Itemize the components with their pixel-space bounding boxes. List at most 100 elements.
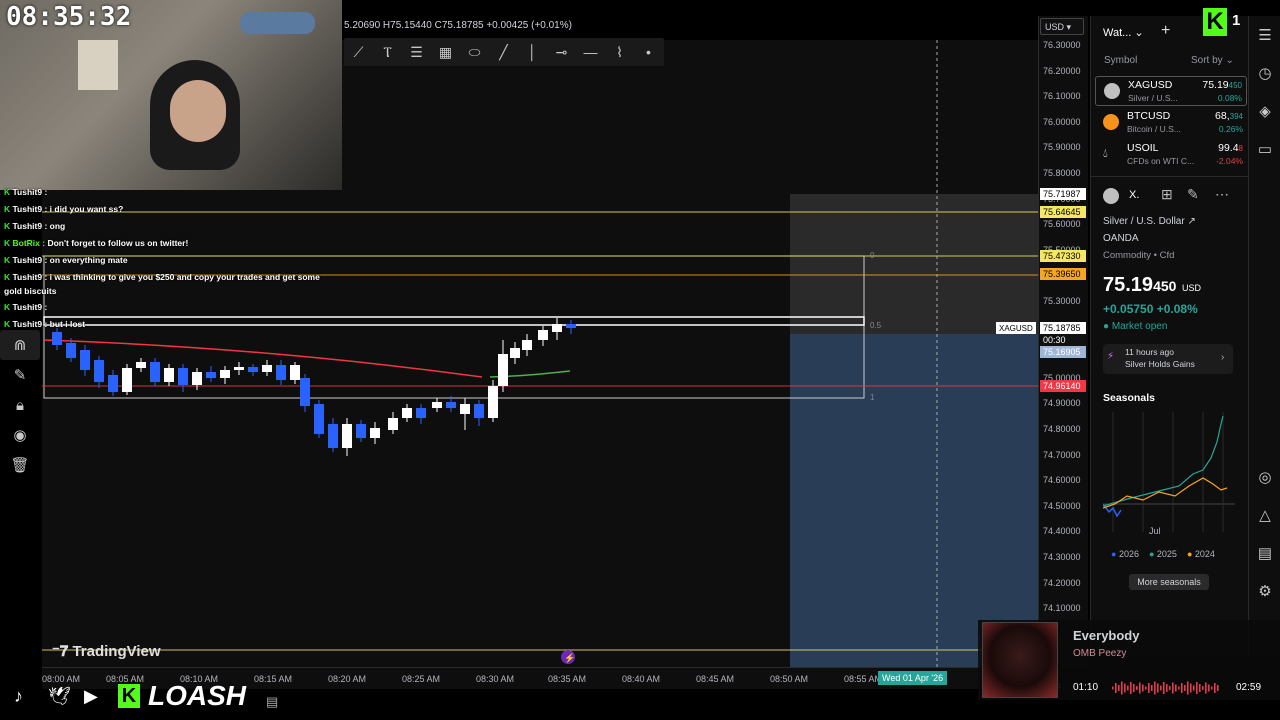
symbol-column-header[interactable]: Symbol [1104,55,1137,66]
more-icon[interactable]: ⋯ [1215,186,1229,203]
candle-body [164,368,174,382]
audio-waveform [1112,681,1219,695]
edit-icon[interactable]: ✎ [1187,186,1199,203]
symbol-tag: XAGUSD [999,324,1033,333]
candle-body [262,365,272,372]
waveform-bar [1181,683,1183,693]
pattern-icon[interactable]: △ [1249,496,1280,534]
help-icon[interactable]: ⚙︎ [1249,572,1280,610]
waveform-bar [1211,686,1213,690]
lightning-marker-icon: ⚡ [564,652,575,664]
calendar-small-icon[interactable]: ▤ [266,694,278,710]
legend-item: ● 2024 [1186,549,1215,559]
waveform-bar [1148,683,1150,693]
details-symbol[interactable]: X. [1129,189,1139,201]
brush-tool-icon[interactable]: ⌇ [605,38,634,66]
candle-body [192,372,202,385]
song-elapsed: 01:10 [1073,682,1099,693]
calendar-icon[interactable]: ▤ [1249,534,1280,572]
target-icon[interactable]: ◎ [1249,458,1280,496]
text-tool-icon[interactable]: Ⲧ [373,38,402,66]
song-artist: OMB Peezy [1073,648,1127,659]
waveform-bar [1154,681,1156,695]
candle-body [388,418,398,430]
social-bar: ♪ 🕊︎ ▶ K LOASH ▤ [0,680,300,720]
candle-body [474,404,484,418]
watchlist-icon[interactable]: ☰ [1249,16,1280,54]
song-total: 02:59 [1236,682,1262,693]
waveform-bar [1202,686,1204,690]
trash-icon[interactable]: 🗑︎ [0,450,40,480]
more-seasonals-button[interactable]: More seasonals [1129,574,1209,590]
candle-body [356,424,366,438]
chat-username: Tushit9 : [12,221,50,231]
chat-username: Tushit9 : [12,255,50,265]
target-zone-gray [790,194,1038,334]
shape-tool-icon[interactable]: ⬭ [460,38,489,66]
kick-icon: K [118,684,140,708]
waveform-bar [1112,686,1114,690]
watchlist-row[interactable]: XAGUSD Silver / U.S... 75.19450 0.08% [1095,76,1247,106]
price-label: 74.96140 [1040,380,1086,392]
price-tick: 75.90000 [1043,142,1081,153]
waveform-bar [1205,682,1207,694]
chat-username: Tushit9 : [12,187,48,197]
album-art [982,622,1058,698]
watchlist-row[interactable]: BTCUSD Bitcoin / U.S... 68,394 0.26% [1095,108,1247,138]
time-tick: 08:50 AM [770,674,809,684]
currency-select[interactable]: USD ▾ [1040,18,1084,35]
chat-username: Tushit9 : [12,272,50,282]
trend-line-icon[interactable]: ⟋ [344,38,373,66]
oil-drop-icon: 💧︎ [1103,146,1108,160]
waveform-bar [1169,686,1171,690]
watchlist-description: Bitcoin / U.S... [1127,124,1181,134]
waveform-bar [1196,682,1198,694]
layout-icon[interactable]: ⊞ [1161,186,1173,203]
lock-icon[interactable]: 🔒︎ [0,390,40,420]
waveform-bar [1124,683,1126,693]
chat-username: Tushit9 : [12,302,48,312]
watchlist-price: 99.48 [1218,142,1243,154]
candle-body [300,378,310,406]
grid-tool-icon[interactable]: ▦ [431,38,460,66]
watchlist-title[interactable]: Wat... ⌄ [1103,26,1144,39]
position-label-half: 0.5 [870,321,882,330]
vertical-line-icon[interactable]: │ [518,38,547,66]
waveform-bar [1133,684,1135,692]
waveform-bar [1190,683,1192,693]
candle-body [66,343,76,358]
seasonals-chart[interactable] [1103,412,1235,536]
price-tick: 76.00000 [1043,116,1081,127]
candle-body [402,408,412,418]
cross-line-icon[interactable]: ⊸ [547,38,576,66]
alerts-clock-icon[interactable]: ◷ [1249,54,1280,92]
price-label: 75.18785 [1040,322,1086,334]
horizontal-line-icon[interactable]: — [576,38,605,66]
tiktok-icon: ♪ [14,686,23,706]
ray-tool-icon[interactable]: ╱ [489,38,518,66]
pencil-icon[interactable]: ✎ [0,360,40,390]
price-tick: 76.10000 [1043,91,1081,102]
seasonals-month: Jul [1149,526,1161,536]
price-label: 75.39650 [1040,268,1086,280]
date-cursor-label: Wed 01 Apr '26 [878,671,948,685]
waveform-bar [1139,682,1141,694]
kick-badge-icon: K [4,204,13,214]
layers-icon[interactable]: ◈ [1249,92,1280,130]
eye-icon[interactable]: ◉ [0,420,40,450]
drawing-toolbar: ⟋ Ⲧ ☰ ▦ ⬭ ╱ │ ⊸ — ⌇ • [344,38,664,66]
poster [78,40,118,90]
time-tick: 08:30 AM [476,674,515,684]
price-tick: 74.40000 [1043,526,1081,537]
add-symbol-icon[interactable]: + [1161,22,1170,40]
candle-body [136,362,146,368]
watchlist-row[interactable]: 💧︎ USOIL CFDs on WTI C... 99.48 -2.04% [1095,140,1247,170]
price-axis[interactable]: 76.30000 76.20000 76.10000 76.00000 75.90000… [1038,16,1088,667]
lines-tool-icon[interactable]: ☰ [402,38,431,66]
dot-tool-icon[interactable]: • [634,38,663,66]
candle-body [314,404,324,434]
news-item[interactable]: ⚡︎ 11 hours ago Silver Holds Gains › [1103,344,1233,374]
chat-icon[interactable]: ▭ [1249,130,1280,168]
sort-by-header[interactable]: Sort by ⌄ [1191,55,1234,66]
tradingview-watermark: ⁻𝟕 TradingView [52,642,161,660]
